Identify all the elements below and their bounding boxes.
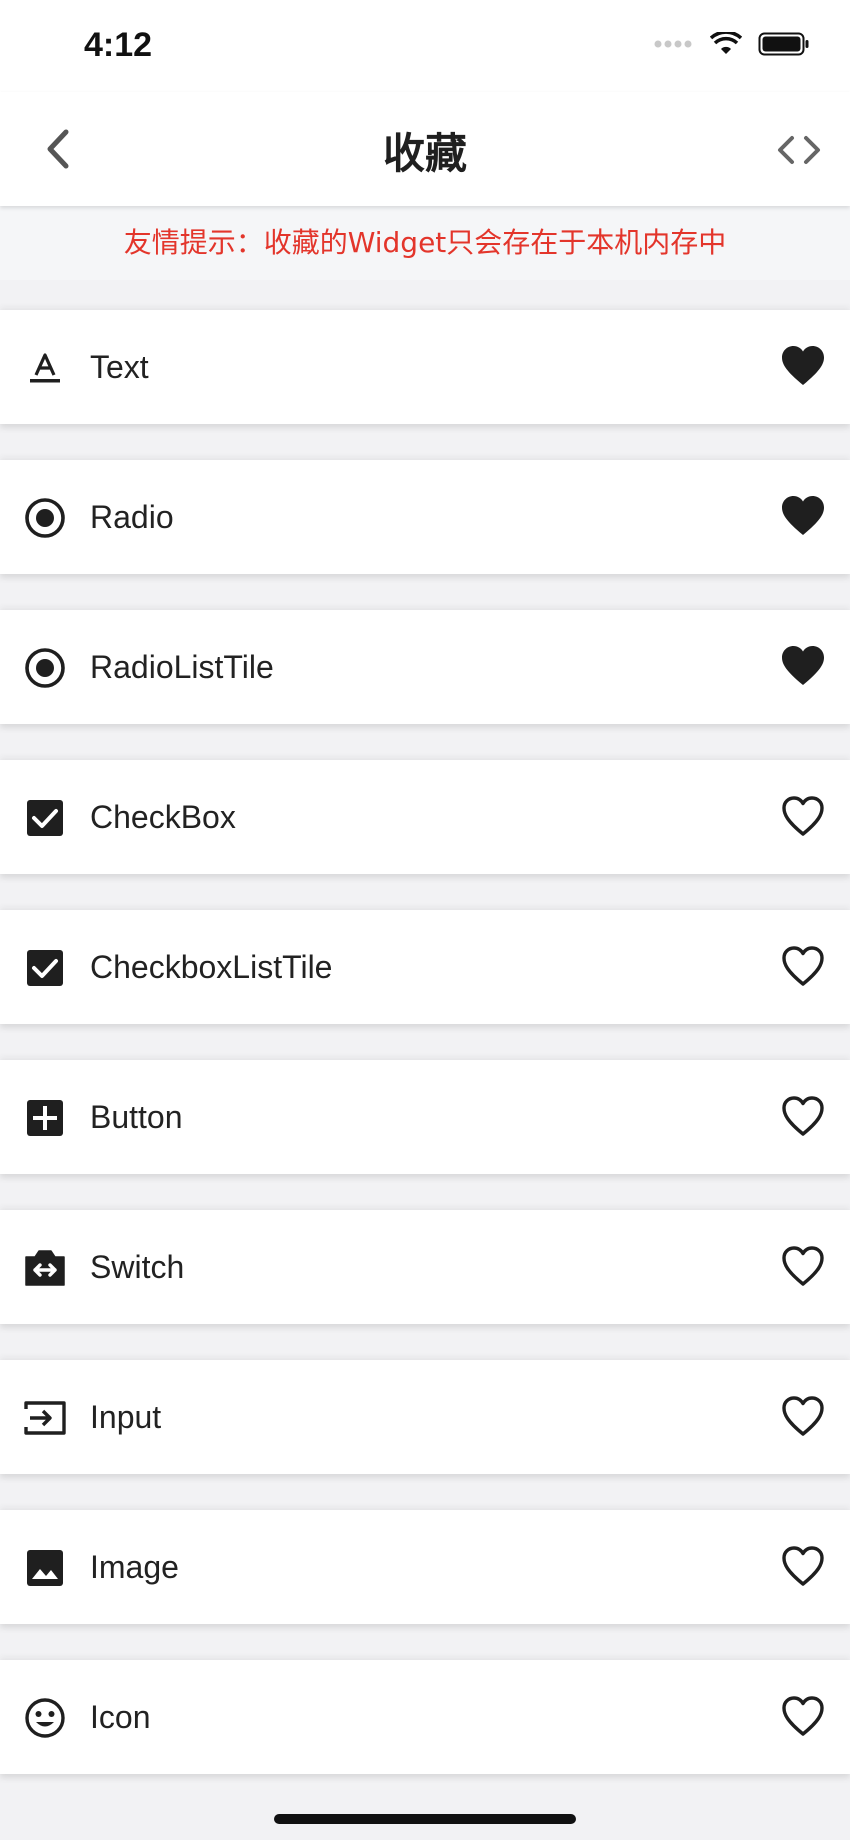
list-item[interactable]: Icon <box>0 1660 850 1774</box>
add-box-icon <box>27 1100 63 1136</box>
list-item[interactable]: Radio <box>0 460 850 574</box>
checkbox-checked-icon <box>27 950 63 986</box>
item-label: CheckBox <box>90 799 236 835</box>
switch-camera-icon <box>25 1250 65 1286</box>
battery-icon <box>758 32 809 56</box>
list-item[interactable]: CheckBox <box>0 760 850 874</box>
item-label: Switch <box>90 1249 185 1285</box>
cellular-signal-icon <box>654 40 692 48</box>
radio-checked-icon <box>25 648 65 688</box>
heart-outline-icon[interactable] <box>780 794 826 840</box>
item-label: Input <box>90 1399 162 1435</box>
smiley-icon <box>25 1698 65 1738</box>
heart-outline-icon[interactable] <box>780 1544 826 1590</box>
heart-outline-icon[interactable] <box>780 1244 826 1290</box>
list-item[interactable]: Image <box>0 1510 850 1624</box>
list-item[interactable]: RadioListTile <box>0 610 850 724</box>
heart-filled-icon[interactable] <box>780 494 826 540</box>
item-label: Radio <box>90 499 174 535</box>
home-indicator <box>274 1814 576 1824</box>
status-icons <box>654 32 810 56</box>
heart-filled-icon[interactable] <box>780 644 826 690</box>
heart-outline-icon[interactable] <box>780 1694 826 1740</box>
list-item[interactable]: CheckboxListTile <box>0 910 850 1024</box>
page-title: 收藏 <box>382 129 467 178</box>
item-label: CheckboxListTile <box>90 949 333 985</box>
checkbox-checked-icon <box>27 800 63 836</box>
status-time: 4:12 <box>84 26 153 64</box>
heart-outline-icon[interactable] <box>780 944 826 990</box>
text-format-icon <box>30 353 60 383</box>
image-icon <box>27 1550 63 1586</box>
radio-checked-icon <box>25 498 65 538</box>
list-item[interactable]: Text <box>0 310 850 424</box>
heart-outline-icon[interactable] <box>780 1094 826 1140</box>
status-bar: 4:12 <box>0 0 850 92</box>
notice-banner: 友情提示：收藏的Widget只会存在于本机内存中 <box>0 206 850 280</box>
code-icon[interactable] <box>774 128 824 172</box>
list-item[interactable]: Switch <box>0 1210 850 1324</box>
heart-filled-icon[interactable] <box>780 344 826 390</box>
item-label: Image <box>90 1549 179 1585</box>
item-label: Icon <box>90 1699 151 1735</box>
item-label: Text <box>90 349 149 385</box>
input-icon <box>24 1401 66 1435</box>
item-label: Button <box>90 1099 183 1135</box>
wifi-icon <box>710 32 742 54</box>
heart-outline-icon[interactable] <box>780 1394 826 1440</box>
list-item[interactable]: Input <box>0 1360 850 1474</box>
nav-bar: 收藏 <box>0 92 850 206</box>
item-label: RadioListTile <box>90 649 274 685</box>
list-item[interactable]: Button <box>0 1060 850 1174</box>
